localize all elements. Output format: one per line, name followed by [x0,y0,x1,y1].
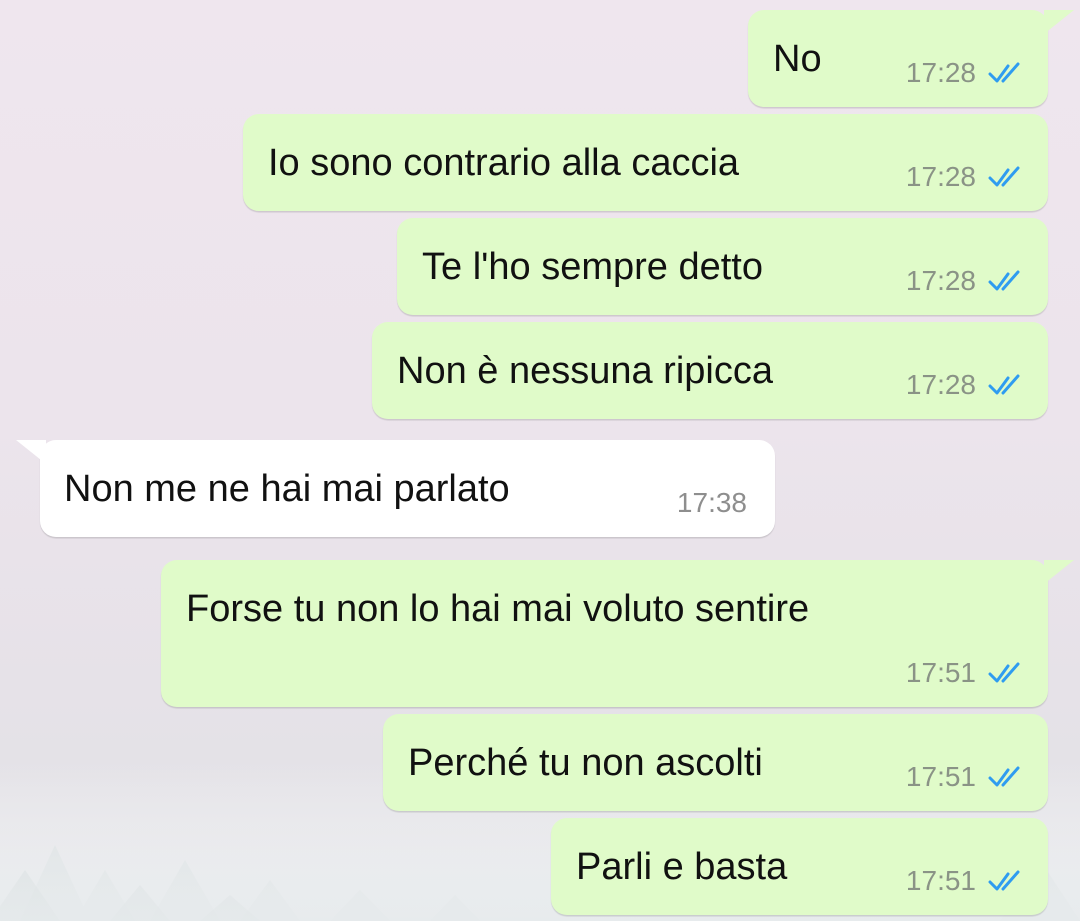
message-timestamp: 17:51 [905,657,976,688]
message-timestamp: 17:28 [905,369,976,400]
message-meta: 17:28 [906,371,1026,399]
message-timestamp: 17:28 [905,161,976,192]
double-check-read-icon [988,270,1020,291]
double-check-read-icon [988,374,1020,395]
message-text: Perché tu non ascolti [408,742,763,784]
message-timestamp: 17:51 [905,761,976,792]
message-bubble-outgoing[interactable]: Perché tu non ascolti 17:51 [383,714,1048,811]
message-meta: 17:38 [677,489,747,517]
message-timestamp: 17:38 [676,487,747,518]
message-meta: 17:28 [906,59,1026,87]
message-bubble-outgoing[interactable]: Te l'ho sempre detto 17:28 [397,218,1048,315]
double-check-read-icon [988,62,1020,83]
message-meta: 17:51 [906,659,1026,687]
double-check-read-icon [988,166,1020,187]
message-meta: 17:28 [906,267,1026,295]
message-bubble-outgoing[interactable]: Forse tu non lo hai mai voluto sentire 1… [161,560,1074,707]
double-check-read-icon [988,662,1020,683]
message-bubble-outgoing[interactable]: Io sono contrario alla caccia 17:28 [243,114,1048,211]
message-bubble-outgoing[interactable]: Parli e basta 17:51 [551,818,1048,915]
message-text: Forse tu non lo hai mai voluto sentire [186,588,810,630]
message-text: No [773,38,822,80]
double-check-read-icon [988,870,1020,891]
message-meta: 17:28 [906,163,1026,191]
message-bubble-outgoing[interactable]: No 17:28 [748,10,1074,107]
message-timestamp: 17:28 [905,57,976,88]
message-timestamp: 17:51 [905,865,976,896]
message-meta: 17:51 [906,867,1026,895]
message-bubble-incoming[interactable]: Non me ne hai mai parlato 17:38 [16,440,775,537]
message-text: Non me ne hai mai parlato [64,468,510,510]
message-bubble-outgoing[interactable]: Non è nessuna ripicca 17:28 [372,322,1048,419]
message-text: Te l'ho sempre detto [422,246,763,288]
message-meta: 17:51 [906,763,1026,791]
message-text: Parli e basta [576,846,788,888]
message-timestamp: 17:28 [905,265,976,296]
double-check-read-icon [988,766,1020,787]
message-text: Non è nessuna ripicca [397,350,773,392]
message-text: Io sono contrario alla caccia [268,142,740,184]
